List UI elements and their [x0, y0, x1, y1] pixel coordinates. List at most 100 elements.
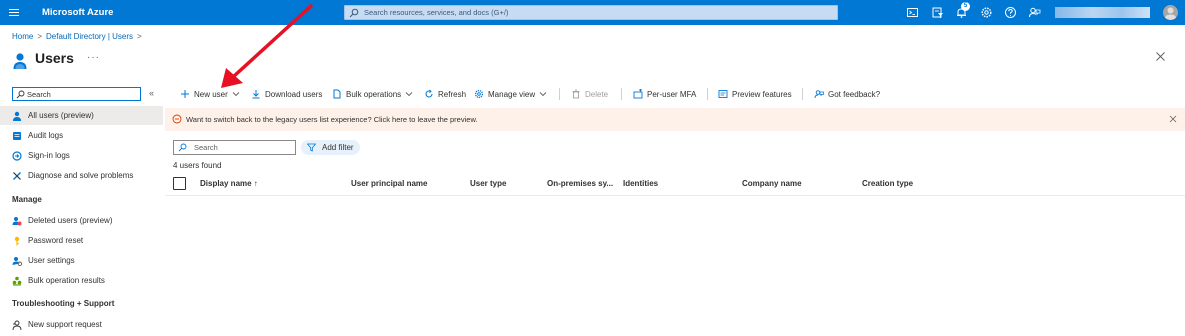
- sign-in-log-icon: [12, 150, 22, 161]
- sidebar-item-diagnose[interactable]: Diagnose and solve problems: [0, 166, 163, 185]
- search-icon: [178, 143, 187, 152]
- column-header-identities[interactable]: Identities: [623, 179, 658, 188]
- user-avatar-icon: [1164, 7, 1177, 20]
- sidebar-item-label: All users (preview): [28, 111, 94, 120]
- download-users-button[interactable]: Download users: [251, 85, 322, 103]
- toolbar-divider: [559, 88, 560, 100]
- more-options-button[interactable]: ···: [87, 52, 100, 63]
- support-person-icon: [12, 320, 22, 330]
- delete-button[interactable]: Delete: [571, 85, 608, 103]
- column-header-on-premises-sync[interactable]: On-premises sy...: [547, 179, 613, 188]
- sidebar-search-box[interactable]: [12, 87, 141, 101]
- new-user-label: New user: [194, 89, 228, 99]
- refresh-button[interactable]: Refresh: [424, 85, 466, 103]
- column-header-company-name[interactable]: Company name: [742, 179, 802, 188]
- toolbar-divider: [707, 88, 708, 100]
- sidebar-item-label: Deleted users (preview): [28, 216, 113, 225]
- sidebar-item-bulk-results[interactable]: Bulk operation results: [0, 271, 163, 290]
- users-found-count: 4 users found: [173, 161, 222, 170]
- preview-features-label: Preview features: [732, 89, 792, 99]
- user-icon: [13, 111, 21, 121]
- trash-icon: [572, 89, 580, 99]
- chevron-down-icon: [539, 92, 547, 97]
- page-title: Users: [35, 50, 74, 66]
- sidebar-item-label: Bulk operation results: [28, 276, 105, 285]
- column-header-creation-type[interactable]: Creation type: [862, 179, 913, 188]
- chevron-down-icon: [405, 92, 413, 97]
- breadcrumb-home-link[interactable]: Home: [12, 32, 33, 41]
- add-filter-button[interactable]: Add filter: [301, 140, 360, 155]
- new-user-button[interactable]: New user: [180, 85, 240, 103]
- preview-icon: [718, 90, 728, 98]
- mfa-icon: [633, 89, 643, 99]
- avatar[interactable]: [1163, 5, 1178, 20]
- chevron-down-icon: [232, 92, 240, 97]
- settings-icon[interactable]: [980, 6, 993, 19]
- search-icon: [16, 90, 25, 99]
- manage-view-button[interactable]: Manage view: [474, 85, 547, 103]
- column-header-display-name[interactable]: Display name ↑: [200, 179, 258, 188]
- global-search-box[interactable]: Search resources, services, and docs (G+…: [344, 5, 838, 20]
- column-header-user-principal-name[interactable]: User principal name: [351, 179, 427, 188]
- users-blade-icon: [13, 53, 27, 69]
- sidebar-item-sign-in-logs[interactable]: Sign-in logs: [0, 146, 163, 165]
- sidebar-section-troubleshooting: Troubleshooting + Support: [12, 299, 115, 308]
- help-icon[interactable]: [1004, 6, 1017, 19]
- sidebar-item-label: Audit logs: [28, 131, 64, 140]
- add-filter-label: Add filter: [322, 143, 354, 152]
- users-search-box[interactable]: [173, 140, 296, 155]
- column-header-user-type[interactable]: User type: [470, 179, 506, 188]
- sidebar-item-deleted-users[interactable]: Deleted users (preview): [0, 211, 163, 230]
- preview-features-button[interactable]: Preview features: [718, 85, 792, 103]
- search-icon: [349, 8, 359, 18]
- top-navigation-bar: Microsoft Azure Search resources, servic…: [0, 0, 1185, 25]
- plus-icon: [181, 90, 189, 98]
- directory-filter-icon[interactable]: [931, 6, 944, 19]
- sidebar-item-audit-logs[interactable]: Audit logs: [0, 126, 163, 145]
- collapse-sidebar-button[interactable]: «: [149, 88, 154, 98]
- users-search-input[interactable]: [194, 142, 292, 153]
- close-icon[interactable]: [1169, 115, 1177, 123]
- breadcrumb-separator-icon: >: [37, 32, 43, 41]
- manage-view-label: Manage view: [488, 89, 536, 99]
- download-users-label: Download users: [265, 89, 323, 99]
- users-table-header: Display name ↑ User principal name User …: [165, 172, 1185, 196]
- got-feedback-button[interactable]: Got feedback?: [814, 85, 880, 103]
- sidebar-item-label: Sign-in logs: [28, 151, 70, 160]
- sidebar-item-all-users[interactable]: All users (preview): [0, 106, 163, 125]
- hamburger-menu-icon[interactable]: [8, 6, 21, 19]
- sidebar-item-label: Password reset: [28, 236, 84, 245]
- feedback-icon[interactable]: [1028, 6, 1041, 19]
- sidebar-search-input[interactable]: [27, 89, 137, 99]
- per-user-mfa-button[interactable]: Per-user MFA: [633, 85, 696, 103]
- notification-count-badge: 5: [961, 2, 970, 11]
- legacy-experience-banner[interactable]: Want to switch back to the legacy users …: [165, 108, 1185, 131]
- global-search-placeholder: Search resources, services, and docs (G+…: [364, 8, 509, 17]
- sidebar-item-password-reset[interactable]: Password reset: [0, 231, 163, 250]
- gear-icon: [474, 89, 484, 99]
- sidebar-item-label: Diagnose and solve problems: [28, 171, 134, 180]
- account-name-redacted[interactable]: [1055, 7, 1150, 18]
- cloud-shell-icon[interactable]: [906, 6, 919, 19]
- banner-message[interactable]: Want to switch back to the legacy users …: [186, 115, 478, 124]
- sidebar-item-new-support-request[interactable]: New support request: [0, 315, 163, 334]
- wrench-icon: [13, 171, 21, 180]
- user-settings-icon: [12, 256, 22, 266]
- bulk-operations-button[interactable]: Bulk operations: [332, 85, 413, 103]
- download-icon: [252, 90, 260, 99]
- refresh-icon: [425, 89, 433, 98]
- close-icon[interactable]: [1155, 51, 1166, 62]
- select-all-checkbox[interactable]: [173, 177, 186, 190]
- breadcrumb-separator-icon: >: [137, 32, 142, 41]
- document-icon: [333, 89, 341, 99]
- per-user-mfa-label: Per-user MFA: [647, 89, 697, 99]
- breadcrumb-directory-link[interactable]: Default Directory | Users: [46, 32, 133, 41]
- azure-brand-link[interactable]: Microsoft Azure: [42, 7, 113, 18]
- delete-label: Delete: [585, 89, 609, 99]
- breadcrumb: Home > Default Directory | Users >: [12, 32, 146, 41]
- feedback-person-icon: [814, 90, 824, 99]
- sidebar-item-user-settings[interactable]: User settings: [0, 251, 163, 270]
- got-feedback-label: Got feedback?: [828, 89, 881, 99]
- audit-log-icon: [13, 131, 21, 140]
- sidebar-section-manage: Manage: [12, 195, 42, 204]
